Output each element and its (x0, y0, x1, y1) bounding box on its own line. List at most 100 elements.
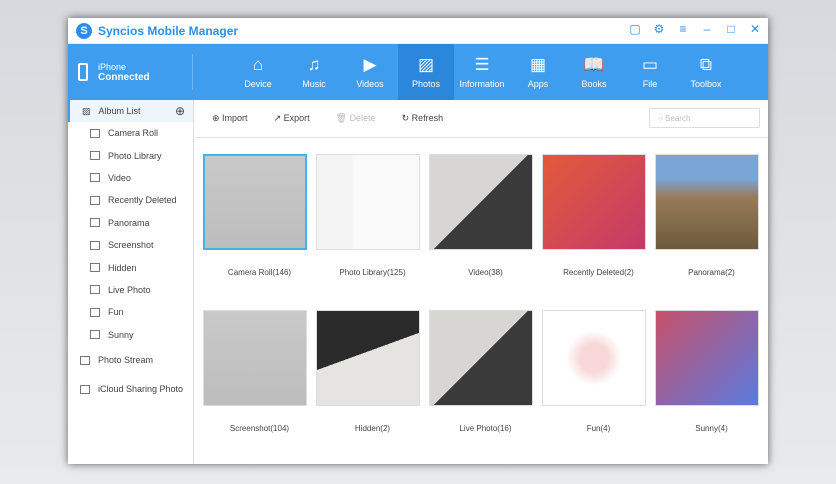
album-tile-label: Sunny(4) (695, 424, 728, 433)
tab-label: File (642, 79, 658, 89)
album-thumbnail[interactable] (429, 310, 533, 406)
album-thumbnail[interactable] (655, 154, 759, 250)
album-tile-label: Photo Library(125) (339, 268, 406, 277)
album-tile[interactable]: Screenshot(104) (203, 310, 316, 466)
app-window: S Syncios Mobile Manager ▢ ⚙ ≡ – □ ✕ iPh… (68, 18, 768, 464)
sidebar-album-item[interactable]: Screenshot (68, 234, 193, 256)
album-tile[interactable]: Recently Deleted(2) (542, 154, 655, 310)
add-album-icon[interactable]: ⊕ (175, 104, 185, 118)
sidebar-extra-item[interactable]: iCloud Sharing Photo (68, 375, 193, 404)
album-thumbnail[interactable] (316, 310, 420, 406)
feedback-icon[interactable]: ▢ (628, 22, 642, 36)
album-tile-label: Video(38) (468, 268, 503, 277)
tab-apps[interactable]: ▦ Apps (510, 44, 566, 100)
tab-music[interactable]: ♫ Music (286, 44, 342, 100)
album-thumbnail[interactable] (655, 310, 759, 406)
device-name: iPhone (98, 61, 127, 72)
album-label: Live Photo (108, 284, 151, 295)
gear-icon[interactable]: ⚙ (652, 22, 666, 36)
menu-icon[interactable]: ≡ (676, 22, 690, 36)
album-thumbnail[interactable] (203, 154, 307, 250)
delete-button[interactable]: 🗑 Delete (336, 113, 376, 124)
album-label: Hidden (108, 262, 137, 273)
album-icon (80, 355, 90, 365)
album-icon (90, 240, 100, 250)
device-info[interactable]: iPhone Connected (68, 54, 193, 90)
information-icon: ☰ (474, 55, 490, 74)
photos-icon: ▨ (417, 55, 435, 74)
sidebar: ▨ Album List ⊕ Camera Roll Photo Library V… (68, 100, 194, 464)
sidebar-extra-item[interactable]: Photo Stream (68, 346, 193, 375)
tab-label: Device (244, 79, 272, 89)
album-tile[interactable]: Sunny(4) (655, 310, 768, 466)
tab-device[interactable]: ⌂ Device (230, 44, 286, 100)
tab-label: Information (459, 79, 505, 89)
music-icon: ♫ (307, 55, 321, 74)
album-tile[interactable]: Hidden(2) (316, 310, 429, 466)
album-tile-label: Fun(4) (586, 424, 611, 433)
device-icon: ⌂ (252, 55, 264, 74)
album-icon (90, 151, 100, 161)
sidebar-album-item[interactable]: Panorama (68, 212, 193, 234)
album-tile-label: Screenshot(104) (229, 424, 290, 433)
tab-photos[interactable]: ▨ Photos (398, 44, 454, 100)
file-icon: ▭ (641, 55, 659, 74)
tab-file[interactable]: ▭ File (622, 44, 678, 100)
sidebar-album-item[interactable]: Live Photo (68, 279, 193, 301)
album-label: Sunny (108, 329, 134, 340)
album-tile-label: Recently Deleted(2) (563, 268, 634, 277)
album-tile[interactable]: Camera Roll(146) (203, 154, 316, 310)
album-icon (90, 307, 100, 317)
album-thumbnail[interactable] (203, 310, 307, 406)
sidebar-album-item[interactable]: Hidden (68, 256, 193, 278)
album-icon (90, 128, 100, 138)
tab-label: Books (581, 79, 607, 89)
toolbox-icon: ⧉ (699, 55, 713, 74)
album-thumbnail[interactable] (542, 154, 646, 250)
album-icon (90, 173, 100, 183)
album-icon (80, 384, 90, 394)
album-label: Video (108, 172, 131, 183)
sidebar-album-item[interactable]: Camera Roll (68, 122, 193, 144)
album-tile[interactable]: Photo Library(125) (316, 154, 429, 310)
sidebar-album-item[interactable]: Photo Library (68, 144, 193, 166)
album-thumbnail[interactable] (542, 310, 646, 406)
tab-toolbox[interactable]: ⧉ Toolbox (678, 44, 734, 100)
title-bar: S Syncios Mobile Manager ▢ ⚙ ≡ – □ ✕ (68, 18, 768, 44)
toolbar: ⊕ Import ↗ Export 🗑 Delete ↻ Refresh ○ S… (195, 100, 768, 138)
album-label: Photo Library (108, 150, 162, 161)
album-tile[interactable]: Fun(4) (542, 310, 655, 466)
export-button[interactable]: ↗ Export (274, 113, 310, 124)
album-icon (90, 285, 100, 295)
sidebar-album-item[interactable]: Fun (68, 301, 193, 323)
album-label: Screenshot (108, 240, 154, 251)
album-thumbnail[interactable] (429, 154, 533, 250)
tab-information[interactable]: ☰ Information (454, 44, 510, 100)
album-label: Fun (108, 307, 124, 318)
videos-icon: ▶ (363, 55, 377, 74)
tab-books[interactable]: 📖 Books (566, 44, 622, 100)
refresh-button[interactable]: ↻ Refresh (402, 113, 444, 124)
album-tile[interactable]: Video(38) (429, 154, 542, 310)
album-list-header[interactable]: ▨ Album List ⊕ (68, 100, 193, 122)
close-icon[interactable]: ✕ (748, 22, 762, 36)
sidebar-album-item[interactable]: Recently Deleted (68, 189, 193, 211)
tab-videos[interactable]: ▶ Videos (342, 44, 398, 100)
album-tile[interactable]: Panorama(2) (655, 154, 768, 310)
album-label: Recently Deleted (108, 195, 177, 206)
import-button[interactable]: ⊕ Import (212, 113, 248, 124)
album-label: Camera Roll (108, 128, 159, 139)
album-icon (90, 218, 100, 228)
tab-label: Music (302, 79, 326, 89)
search-input[interactable]: ○ Search (649, 108, 760, 128)
tab-label: Apps (527, 79, 549, 89)
app-logo-icon: S (76, 22, 92, 39)
album-thumbnail[interactable] (316, 154, 420, 250)
maximize-icon[interactable]: □ (724, 22, 738, 36)
sidebar-album-item[interactable]: Sunny (68, 324, 193, 346)
minimize-icon[interactable]: – (700, 22, 714, 36)
album-tile[interactable]: Live Photo(16) (429, 310, 542, 466)
album-label: iCloud Sharing Photo (98, 384, 184, 395)
device-status: Connected (98, 71, 150, 83)
sidebar-album-item[interactable]: Video (68, 167, 193, 189)
